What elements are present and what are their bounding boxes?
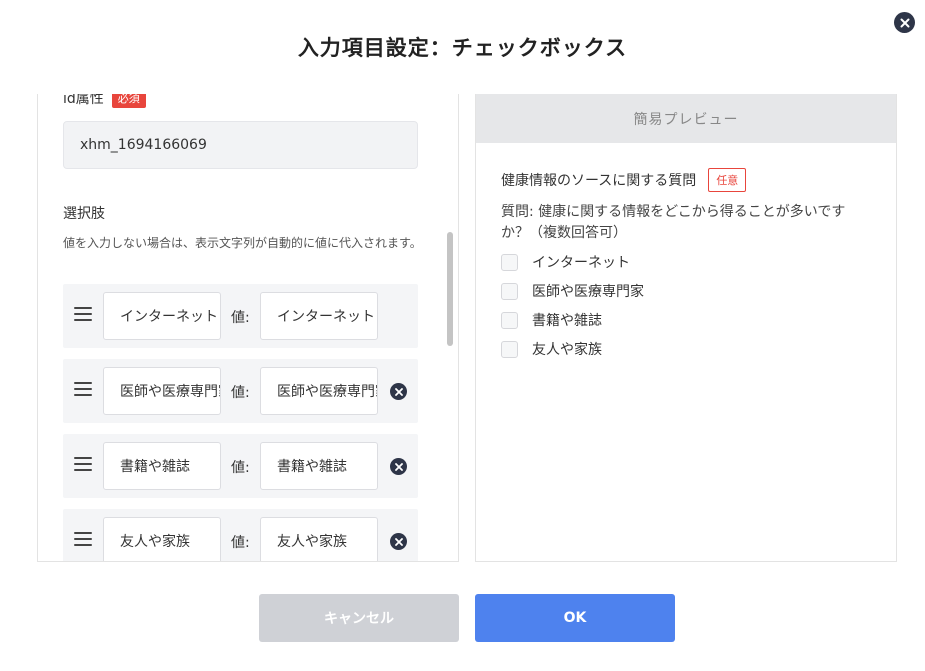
drag-handle-icon[interactable] [74,307,92,321]
optional-badge: 任意 [708,168,747,192]
preview-choice-label: 書籍や雑誌 [532,313,602,329]
option-label-input[interactable]: インターネット [103,292,221,340]
id-attribute-label-row: id属性 必須 [63,94,146,108]
id-attribute-label: id属性 [63,94,104,107]
drag-handle-icon[interactable] [74,457,92,471]
preview-choice-label: インターネット [532,255,630,271]
preview-choice[interactable]: 友人や家族 [501,339,602,359]
dialog-title: 入力項目設定：チェックボックス [297,36,628,60]
value-label: 値: [231,535,250,551]
option-label-input[interactable]: 友人や家族 [103,517,221,561]
preview-choice[interactable]: インターネット [501,252,630,272]
close-icon[interactable] [894,12,915,33]
remove-option-icon[interactable] [390,533,407,550]
options-title: 選択肢 [63,206,105,222]
scrollbar-thumb[interactable] [447,232,453,346]
preview-header: 簡易プレビュー [476,94,896,143]
remove-option-icon[interactable] [390,383,407,400]
drag-handle-icon[interactable] [74,382,92,396]
option-row: 書籍や雑誌 値: 書籍や雑誌 [63,434,418,498]
option-label-input[interactable]: 書籍や雑誌 [103,442,221,490]
option-row: 医師や医療専門家 値: 医師や医療専門家 [63,359,418,423]
preview-question-row: 健康情報のソースに関する質問 任意 [501,168,747,192]
id-attribute-input[interactable]: xhm_1694166069 [63,121,418,169]
required-badge: 必須 [111,94,146,108]
value-label: 値: [231,385,250,401]
option-value-input[interactable]: インターネット [260,292,378,340]
checkbox[interactable] [501,311,518,329]
preview-choice[interactable]: 書籍や雑誌 [501,310,602,330]
value-label: 値: [231,460,250,476]
value-label: 値: [231,310,250,326]
option-row: インターネット 値: インターネット [63,284,418,348]
remove-option-icon[interactable] [390,458,407,475]
option-value-input[interactable]: 医師や医療専門家 [260,367,378,415]
option-label-input[interactable]: 医師や医療専門家 [103,367,221,415]
preview-question-title: 健康情報のソースに関する質問 [501,173,697,189]
option-value-input[interactable]: 友人や家族 [260,517,378,561]
checkbox[interactable] [501,340,518,358]
preview-choice-label: 友人や家族 [532,342,602,358]
checkbox[interactable] [501,253,518,271]
checkbox[interactable] [501,282,518,300]
option-row: 友人や家族 値: 友人や家族 [63,509,418,561]
option-editor-panel: id属性 必須 xhm_1694166069 選択肢 値を入力しない場合は、表示… [37,94,459,562]
preview-choice[interactable]: 医師や医療専門家 [501,281,644,301]
preview-question-text: 質問: 健康に関する情報をどこから得ることが多いですか？（複数回答可） [501,204,846,241]
cancel-button[interactable]: キャンセル [259,594,459,642]
options-help-text: 値を入力しない場合は、表示文字列が自動的に値に代入されます。 [63,236,422,250]
ok-button[interactable]: OK [475,594,675,642]
preview-panel: 簡易プレビュー 健康情報のソースに関する質問 任意 質問: 健康に関する情報をど… [475,94,897,562]
drag-handle-icon[interactable] [74,532,92,546]
option-value-input[interactable]: 書籍や雑誌 [260,442,378,490]
preview-choice-label: 医師や医療専門家 [532,284,644,300]
